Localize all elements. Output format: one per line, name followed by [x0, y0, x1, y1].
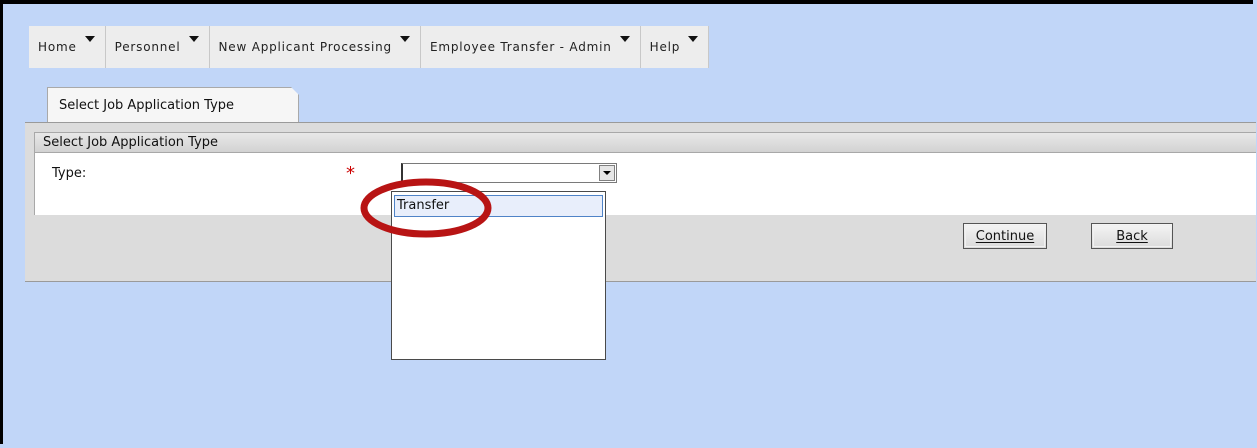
- panel-body: Type: *: [34, 153, 1256, 215]
- button-bar: Continue Back: [34, 215, 1256, 255]
- tab-corner: [291, 87, 299, 95]
- caret-down-icon: [688, 36, 699, 42]
- form-panel: Select Job Application Type Type: * Cont…: [25, 122, 1256, 282]
- menu-employee-transfer-admin-label: Employee Transfer - Admin: [429, 40, 612, 54]
- tab-select-job-application-type[interactable]: Select Job Application Type: [47, 87, 299, 122]
- continue-button[interactable]: Continue: [963, 223, 1047, 249]
- panel-header: Select Job Application Type: [34, 132, 1256, 153]
- back-button[interactable]: Back: [1091, 223, 1173, 249]
- menu-personnel-label: Personnel: [114, 40, 181, 54]
- tab-label: Select Job Application Type: [59, 98, 235, 113]
- menu-personnel[interactable]: Personnel: [105, 26, 210, 68]
- dropdown-arrow-icon[interactable]: [599, 165, 615, 181]
- top-menu-bar: Home Personnel New Applicant Processing …: [29, 26, 710, 68]
- menu-home-label: Home: [38, 40, 77, 54]
- menu-help[interactable]: Help: [640, 26, 710, 68]
- caret-down-icon: [399, 36, 410, 42]
- menu-new-applicant-processing-label: New Applicant Processing: [218, 40, 392, 54]
- back-button-label: Back: [1116, 229, 1148, 244]
- dropdown-option-transfer[interactable]: Transfer: [394, 195, 603, 217]
- required-asterisk: *: [346, 163, 355, 184]
- continue-button-label: Continue: [975, 229, 1035, 244]
- type-label: Type:: [52, 166, 87, 181]
- menu-employee-transfer-admin[interactable]: Employee Transfer - Admin: [420, 26, 641, 68]
- caret-down-icon: [619, 36, 630, 42]
- menu-new-applicant-processing[interactable]: New Applicant Processing: [209, 26, 421, 68]
- type-select[interactable]: [401, 163, 617, 183]
- type-dropdown-list: Transfer: [391, 191, 606, 360]
- app-window: Home Personnel New Applicant Processing …: [0, 0, 1256, 444]
- caret-down-icon: [188, 36, 199, 42]
- menu-home[interactable]: Home: [29, 26, 106, 68]
- menu-help-label: Help: [649, 40, 681, 54]
- caret-down-icon: [84, 36, 95, 42]
